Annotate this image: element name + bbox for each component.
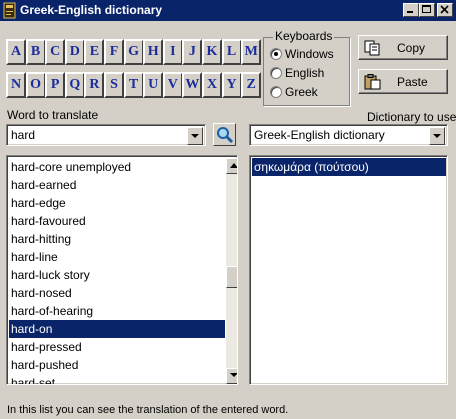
- word-list-item[interactable]: hard-line: [9, 248, 225, 266]
- word-list-item[interactable]: hard-luck story: [9, 266, 225, 284]
- arrow-up-icon: [230, 163, 237, 168]
- letter-button-s[interactable]: S: [104, 72, 124, 98]
- letter-button-b[interactable]: B: [25, 39, 46, 65]
- letter-button-r[interactable]: R: [84, 72, 105, 98]
- status-bar: In this list you can see the translation…: [0, 399, 456, 419]
- letter-button-y[interactable]: Y: [221, 72, 242, 98]
- word-to-translate-label: Word to translate: [7, 108, 99, 122]
- word-list-item[interactable]: hard-of-hearing: [9, 302, 225, 320]
- word-combobox[interactable]: hard: [6, 124, 206, 146]
- scroll-up-button[interactable]: [226, 158, 237, 174]
- letter-button-v[interactable]: V: [162, 72, 183, 98]
- paste-clipboard-icon: [364, 74, 381, 90]
- radio-english[interactable]: [270, 67, 282, 79]
- dictionary-selected: Greek-English dictionary: [254, 128, 385, 142]
- radio-label-greek: Greek: [285, 85, 318, 99]
- scroll-thumb[interactable]: [226, 266, 237, 288]
- word-list[interactable]: hard-core unemployed hard-earned hard-edge…: [6, 155, 238, 385]
- copy-icon: [364, 40, 380, 56]
- letter-button-o[interactable]: O: [25, 72, 46, 98]
- minimize-icon: [407, 11, 413, 13]
- copy-label: Copy: [397, 41, 426, 55]
- word-list-item[interactable]: hard-favoured: [9, 212, 225, 230]
- paste-label: Paste: [397, 75, 428, 89]
- letter-button-d[interactable]: D: [64, 39, 85, 65]
- dictionary-dropdown-button[interactable]: [429, 127, 445, 145]
- maximize-button[interactable]: [419, 3, 435, 17]
- minimize-button[interactable]: [403, 3, 419, 17]
- letter-button-m[interactable]: M: [241, 39, 262, 65]
- arrow-down-icon: [230, 373, 237, 377]
- maximize-icon: [422, 5, 431, 13]
- translation-list[interactable]: σηκωμάρα (πούτσου): [249, 155, 448, 385]
- title-bar[interactable]: Greek-English dictionary: [0, 0, 456, 21]
- letter-button-q[interactable]: Q: [64, 72, 85, 98]
- dictionary-book-icon: [3, 2, 16, 19]
- radio-label-english: English: [285, 66, 325, 80]
- radio-windows[interactable]: [270, 48, 282, 60]
- word-list-scrollbar[interactable]: [226, 158, 237, 384]
- word-list-item[interactable]: hard-nosed: [9, 284, 225, 302]
- word-list-item[interactable]: hard-pressed: [9, 338, 225, 356]
- radio-greek[interactable]: [270, 86, 282, 98]
- letter-button-g[interactable]: G: [123, 39, 144, 65]
- word-list-item[interactable]: hard-set: [9, 374, 225, 384]
- word-list-item[interactable]: hard-hitting: [9, 230, 225, 248]
- letter-button-l[interactable]: L: [221, 39, 242, 65]
- letter-button-u[interactable]: U: [143, 72, 164, 98]
- status-text: In this list you can see the translation…: [7, 404, 289, 416]
- word-dropdown-button[interactable]: [187, 127, 203, 145]
- chevron-down-icon: [433, 134, 441, 138]
- word-list-item[interactable]: hard-edge: [9, 194, 225, 212]
- search-button[interactable]: [213, 123, 236, 146]
- radio-label-windows: Windows: [285, 47, 334, 61]
- word-list-item[interactable]: hard-pushed: [9, 356, 225, 374]
- close-button[interactable]: [437, 3, 453, 17]
- letter-button-x[interactable]: X: [202, 72, 222, 98]
- word-input[interactable]: hard: [11, 128, 35, 142]
- chevron-down-icon: [191, 134, 199, 138]
- letter-button-i[interactable]: I: [162, 39, 183, 65]
- magnifier-icon: [217, 127, 234, 144]
- scroll-down-button[interactable]: [226, 368, 237, 384]
- word-list-item[interactable]: hard-earned: [9, 176, 225, 194]
- letter-button-w[interactable]: W: [182, 72, 203, 98]
- letter-button-f[interactable]: F: [104, 39, 124, 65]
- letter-button-j[interactable]: J: [182, 39, 203, 65]
- copy-button[interactable]: Copy: [358, 35, 448, 60]
- letter-button-k[interactable]: K: [202, 39, 222, 65]
- paste-button[interactable]: Paste: [358, 69, 448, 94]
- translation-list-item[interactable]: σηκωμάρα (πούτσου): [252, 158, 446, 176]
- keyboards-legend: Keyboards: [273, 29, 335, 43]
- dictionary-to-use-label: Dictionary to use: [367, 110, 456, 124]
- word-list-item[interactable]: hard-on: [9, 320, 225, 338]
- letter-button-z[interactable]: Z: [241, 72, 262, 98]
- word-list-item[interactable]: hard-core unemployed: [9, 158, 225, 176]
- letter-button-e[interactable]: E: [84, 39, 105, 65]
- letter-button-p[interactable]: P: [45, 72, 66, 98]
- app-window: Greek-English dictionary ABCDEFGHIJKLM NO…: [0, 0, 456, 419]
- dictionary-combobox[interactable]: Greek-English dictionary: [249, 124, 448, 146]
- letter-button-h[interactable]: H: [143, 39, 164, 65]
- letter-button-n[interactable]: N: [6, 72, 26, 98]
- letter-button-a[interactable]: A: [6, 39, 26, 65]
- letter-button-c[interactable]: C: [45, 39, 66, 65]
- window-title: Greek-English dictionary: [20, 3, 163, 17]
- letter-button-t[interactable]: T: [123, 72, 144, 98]
- close-icon: [440, 5, 449, 14]
